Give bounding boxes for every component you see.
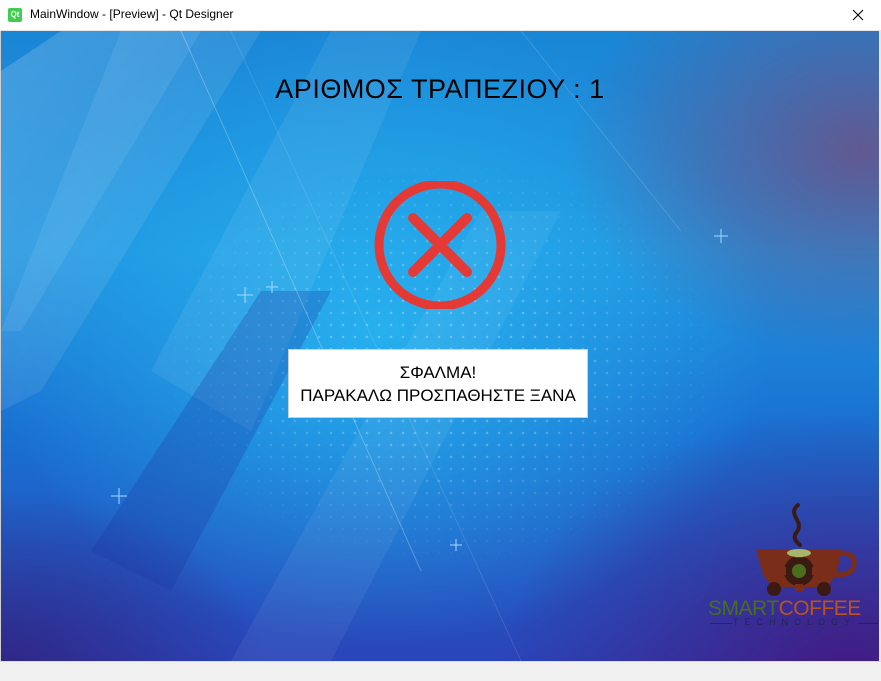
logo-tagline: TECHNOLOGY [710,617,879,627]
error-message-text: ΠΑΡΑΚΑΛΩ ΠΡΟΣΠΑΘΗΣΤΕ ΞΑΝΑ [300,385,576,405]
close-icon [852,9,864,21]
error-message-title: ΣΦΑΛΜΑ! [399,362,477,382]
coffee-cup-gear-icon [756,503,857,596]
error-message-box: ΣΦΑΛΜΑ! ΠΑΡΑΚΑΛΩ ΠΡΟΣΠΑΘΗΣΤΕ ΞΑΝΑ [288,349,588,418]
table-number-heading: ΑΡΙΘΜΟΣ ΤΡΑΠΕΖΙΟΥ : 1 [275,74,605,104]
window-bottom-strip [0,661,881,681]
main-window-content: ΑΡΙΘΜΟΣ ΤΡΑΠΕΖΙΟΥ : 1 ΣΦΑΛΜΑ! ΠΑΡΑΚΑΛΩ Π… [1,31,879,661]
close-button[interactable] [835,0,881,30]
smartcoffee-logo: SMARTCOFFEE TECHNOLOGY [706,503,879,633]
window-title: MainWindow - [Preview] - Qt Designer [30,7,234,21]
title-bar: Qt MainWindow - [Preview] - Qt Designer [0,0,881,31]
error-x-circle-icon [374,181,506,309]
qt-logo-icon: Qt [8,8,22,22]
